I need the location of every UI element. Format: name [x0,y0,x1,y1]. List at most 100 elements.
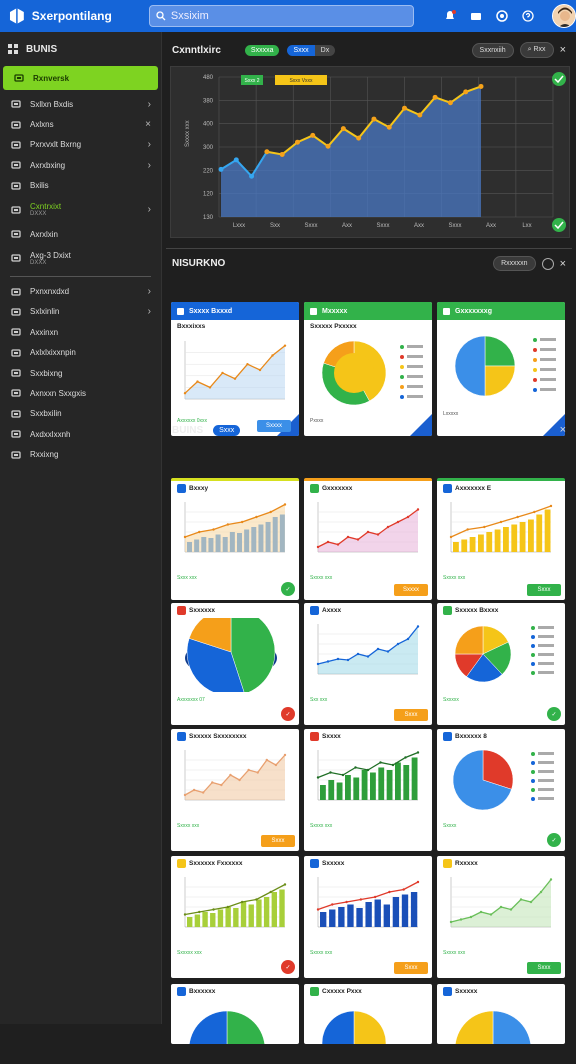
sidebar-item[interactable]: Axxinxn [0,322,161,342]
avatar[interactable] [552,4,576,28]
close-icon[interactable]: × [560,258,566,270]
area-fill [185,345,285,399]
data-point [310,132,316,138]
sidebar-item[interactable]: Axrxlxin [0,224,161,244]
metric-card[interactable]: Rxxxxx Sxxxx xxx Sxxx [437,856,565,978]
data-point [283,883,287,886]
card-badge[interactable]: Sxxx [261,835,295,847]
check-icon[interactable]: ✓ [547,707,561,721]
sidebar-item-label: Bxilis [30,181,49,191]
section-3-pill[interactable]: Sxxx [213,424,241,436]
data-point [345,900,348,904]
card-badge[interactable]: Sxxx [527,962,561,974]
filter-button[interactable]: ⌕ Rxx [519,42,554,58]
filter-pill-c[interactable]: Dx [314,44,336,56]
close-icon[interactable]: × [560,424,566,436]
refresh-icon[interactable] [541,257,554,270]
metric-card[interactable]: Bxxxy Sxxx xxx ✓ [171,478,299,600]
metric-card[interactable]: Sxxxx Sxxxx xxx [304,729,432,851]
bar [411,757,418,800]
sidebar-item[interactable]: Rxnversk [3,66,158,90]
metric-card[interactable]: Axxxx Sxx xxx Sxxx [304,603,432,725]
metric-card[interactable]: Sxxxxx Bxxxx Sxxxxx ✓ [437,603,565,725]
metric-card[interactable]: Sxxxxx Sxxxxxxxx Sxxxx xxx Sxxx [171,729,299,851]
sidebar-item[interactable]: Sxlxinlin › [0,302,161,322]
sidebar-item[interactable]: Sxxbxilin [0,404,161,424]
metric-card[interactable]: Sxxxxx Sxxxx xxx Sxxx [304,856,432,978]
sidebar-item[interactable]: Sxxbixng [0,363,161,383]
search-button[interactable]: Sxxnxiih [471,42,514,58]
sidebar-item[interactable]: Bxilis [0,176,161,196]
legend-dot [531,779,535,783]
section-2-button[interactable]: Rxxxxxn [493,256,536,271]
chevron-right-icon[interactable]: › [148,139,151,150]
legend-text-bar [540,378,556,381]
search-input[interactable] [170,10,391,22]
card-badge[interactable]: Sxxxx [394,584,428,596]
sidebar-item[interactable]: Axlxns × [0,114,161,134]
metric-card[interactable]: Bxxxxxx 8 Sxxxx ✓ [437,729,565,851]
card-badge[interactable]: Sxxx [394,962,428,974]
clip-icon [10,159,22,171]
bar [187,917,193,927]
donut-hole [334,353,374,393]
check-icon[interactable]: ✓ [281,582,295,596]
data-point [255,898,258,901]
sidebar-item[interactable]: Axdxxlxxnh [0,424,161,444]
card-icon [443,732,452,741]
sidebar-item[interactable]: Axg-3 Dxixt DXXX [0,244,161,272]
chevron-right-icon[interactable]: › [148,306,151,317]
filter-pill-b[interactable]: Sxxx [287,44,315,56]
sidebar-item[interactable]: Cxntrxixt DXXX › [0,196,161,224]
metric-card[interactable]: Bxxxxxx [171,984,299,1044]
filter-pill-a[interactable]: Sxxxxa [244,44,280,56]
folder-icon[interactable] [470,10,482,22]
sidebar-item[interactable]: Sxllxn Bxdis › [0,94,161,114]
data-point [396,642,400,646]
search-box[interactable] [148,5,414,27]
legend-dot [531,761,535,765]
metric-card[interactable]: Sxxxxxx Axxxxxxx 07 ✓ [171,603,299,725]
app-logo-icon[interactable] [8,7,26,25]
data-point [386,124,392,130]
chevron-right-icon[interactable]: › [148,286,151,297]
check-icon[interactable]: ✓ [281,960,295,974]
chevron-right-icon[interactable]: › [148,160,151,171]
card-title-label: Sxxxxxx [189,607,216,614]
overview-panel-bar: Cxnntlxirc Sxxxxa Sxxx Dx Sxxnxiih ⌕ Rxx… [166,36,572,64]
metric-card[interactable]: Sxxxxxx Fxxxxxx Sxxxxx xxx ✓ [171,856,299,978]
chevron-right-icon[interactable]: › [148,204,151,215]
settings-icon[interactable] [496,10,508,22]
check-icon[interactable]: ✓ [281,707,295,721]
check-icon[interactable]: ✓ [547,833,561,847]
card-header-icon [310,307,317,315]
data-point [283,344,287,347]
sidebar-item[interactable]: Pxrxvxlt Bxrng › [0,135,161,155]
notification-icon[interactable] [444,10,456,22]
data-point [208,386,212,389]
sidebar-item[interactable]: Rxxixng [0,444,161,464]
sidebar-item[interactable]: Pxnxnxdxd › [0,281,161,301]
bar [356,908,363,927]
card-title-label: Cxxxxx Pxxx [322,988,362,995]
bar [328,780,335,800]
x-tick-label: Axx [414,223,424,229]
data-point [326,660,330,663]
card-badge[interactable]: Sxxx [394,709,428,721]
y-tick-label: 380 [203,98,214,104]
card-badge[interactable]: Sxxx [527,584,561,596]
data-point [417,112,423,118]
sidebar-item[interactable]: Axlxlxixxnpin [0,343,161,363]
close-icon[interactable]: × [560,44,566,56]
sidebar-item[interactable]: Axrxbxing › [0,155,161,175]
close-icon[interactable]: × [145,119,151,130]
data-point [212,528,215,531]
sidebar-item[interactable]: Axnxxn Sxxgxis [0,383,161,403]
metric-card[interactable]: Axxxxxxx E Sxxxx xxx Sxxx [437,478,565,600]
metric-card[interactable]: Cxxxxx Pxxx [304,984,432,1044]
metric-card[interactable]: Sxxxxx [437,984,565,1044]
chevron-right-icon[interactable]: › [148,99,151,110]
help-icon[interactable] [522,10,534,22]
legend-dot [531,797,535,801]
metric-card[interactable]: Gxxxxxxx Sxxxx xxx Sxxxx [304,478,432,600]
